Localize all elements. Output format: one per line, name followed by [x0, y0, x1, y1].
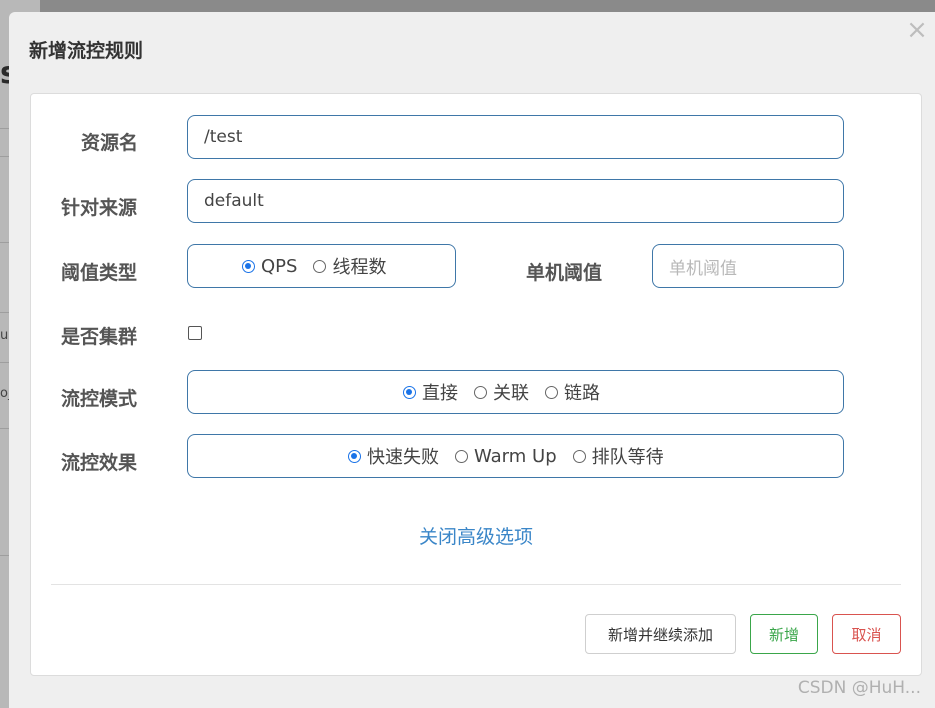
flow-mode-chain-radio[interactable]: [545, 385, 558, 399]
watermark: CSDN @HuH...: [797, 678, 921, 698]
background-text-fragment: u: [0, 328, 9, 343]
flow-mode-related-radio[interactable]: [474, 385, 487, 399]
single-threshold-placeholder: 单机阈值: [669, 258, 737, 279]
single-threshold-label: 单机阈值: [526, 262, 603, 284]
resource-name-label: 资源名: [81, 132, 139, 154]
threshold-type-radios: QPS 线程数: [242, 245, 386, 287]
resource-name-value: /test: [204, 127, 243, 147]
cluster-label: 是否集群: [61, 326, 138, 348]
footer-divider: [51, 584, 901, 585]
flow-effect-warm-up-option[interactable]: Warm Up: [455, 446, 557, 467]
flow-mode-related-label: 关联: [493, 383, 529, 404]
threshold-type-threads-label: 线程数: [332, 257, 387, 278]
flow-mode-direct-option[interactable]: 直接: [403, 379, 458, 405]
source-input[interactable]: default: [187, 179, 844, 223]
threshold-type-qps-radio[interactable]: [242, 259, 255, 273]
flow-mode-related-option[interactable]: 关联: [474, 379, 529, 405]
single-threshold-input[interactable]: 单机阈值: [652, 244, 844, 288]
dialog-title: 新增流控规则: [29, 40, 144, 62]
threshold-type-threads-option[interactable]: 线程数: [313, 253, 386, 279]
flow-effect-fast-fail-radio[interactable]: [348, 449, 361, 463]
cancel-button[interactable]: 取消: [832, 614, 901, 654]
flow-effect-group: 快速失败 Warm Up 排队等待: [187, 434, 844, 478]
flow-mode-group: 直接 关联 链路: [187, 370, 844, 414]
add-button[interactable]: 新增: [750, 614, 818, 654]
flow-mode-direct-radio[interactable]: [403, 385, 416, 399]
threshold-type-qps-label: QPS: [261, 255, 298, 277]
add-and-continue-button[interactable]: 新增并继续添加: [585, 614, 736, 654]
flow-mode-radios: 直接 关联 链路: [403, 371, 600, 413]
threshold-type-label: 阈值类型: [61, 262, 138, 284]
resource-name-input[interactable]: /test: [187, 115, 844, 159]
threshold-type-qps-option[interactable]: QPS: [242, 256, 297, 277]
cluster-checkbox[interactable]: [188, 326, 202, 340]
flow-mode-label: 流控模式: [61, 388, 138, 410]
flow-effect-fast-fail-option[interactable]: 快速失败: [348, 443, 439, 469]
flow-mode-direct-label: 直接: [422, 383, 458, 404]
source-value: default: [204, 191, 264, 211]
close-advanced-options-link[interactable]: 关闭高级选项: [31, 522, 921, 549]
flow-effect-radios: 快速失败 Warm Up 排队等待: [348, 435, 664, 477]
flow-effect-fast-fail-label: 快速失败: [367, 447, 439, 468]
flow-effect-label: 流控效果: [61, 452, 138, 474]
flow-effect-queue-option[interactable]: 排队等待: [572, 443, 664, 469]
flow-effect-warm-up-label: Warm Up: [474, 445, 557, 467]
dialog-form-panel: 资源名 /test 针对来源 default 阈值类型 QPS 线程数 单机阈值…: [30, 93, 922, 676]
threshold-type-group: QPS 线程数: [187, 244, 456, 288]
flow-mode-chain-option[interactable]: 链路: [545, 379, 600, 405]
threshold-type-threads-radio[interactable]: [313, 259, 327, 273]
flow-effect-queue-label: 排队等待: [591, 447, 664, 468]
flow-effect-queue-radio[interactable]: [572, 449, 586, 463]
add-flow-rule-dialog: 新增流控规则 × 资源名 /test 针对来源 default 阈值类型 QPS…: [9, 12, 935, 708]
flow-effect-warm-up-radio[interactable]: [455, 449, 468, 463]
close-icon[interactable]: ×: [905, 17, 929, 43]
flow-mode-chain-label: 链路: [564, 383, 600, 404]
source-label: 针对来源: [61, 197, 138, 219]
